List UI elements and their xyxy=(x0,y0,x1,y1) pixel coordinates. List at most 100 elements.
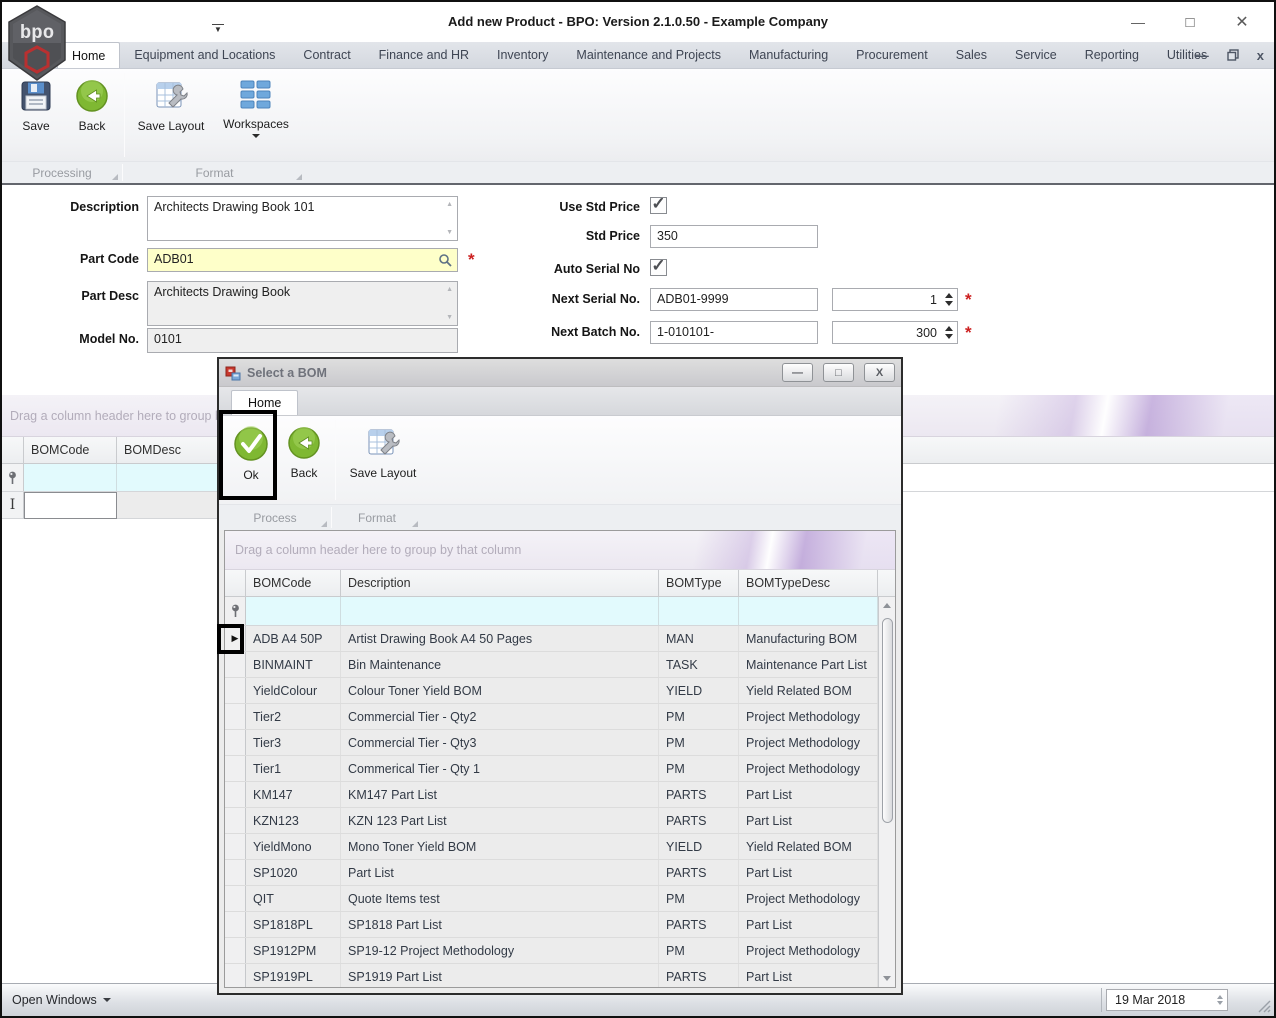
mdi-minimize-icon[interactable]: — xyxy=(1196,48,1209,63)
next-batch-field[interactable]: 1-010101- xyxy=(650,321,818,344)
bom-row[interactable]: Tier1 Commerical Tier - Qty 1 PM Project… xyxy=(225,756,878,782)
mdi-close-icon[interactable]: x xyxy=(1257,48,1264,63)
resize-grip-icon[interactable] xyxy=(1257,999,1271,1013)
spin-up-icon[interactable] xyxy=(945,293,953,298)
part-desc-field[interactable]: Architects Drawing Book ▲ ▼ xyxy=(147,281,458,326)
date-spin-up-icon[interactable] xyxy=(1216,995,1223,999)
dialog-ribbon: Ok Back Save Layout xyxy=(219,416,901,504)
tab-manufacturing[interactable]: Manufacturing xyxy=(735,42,842,68)
model-no-field[interactable]: 0101 xyxy=(147,328,458,353)
tab-finance-and-hr[interactable]: Finance and HR xyxy=(365,42,483,68)
cell-bomtypedesc: Manufacturing BOM xyxy=(739,626,878,651)
workspaces-button[interactable]: Workspaces xyxy=(213,69,299,161)
open-windows-button[interactable]: Open Windows xyxy=(12,993,111,1007)
dialog-minimize-icon[interactable]: — xyxy=(782,363,813,382)
cell-bomtype: PARTS xyxy=(659,808,739,833)
edit-cell-bomcode[interactable] xyxy=(24,492,117,519)
bom-row[interactable]: SP1919PL SP1919 Part List PARTS Part Lis… xyxy=(225,964,878,987)
next-serial-field[interactable]: ADB01-9999 xyxy=(650,288,818,311)
date-field[interactable]: 19 Mar 2018 xyxy=(1106,989,1228,1011)
maximize-icon[interactable]: □ xyxy=(1176,10,1204,34)
date-spin-down-icon[interactable] xyxy=(1216,1001,1223,1005)
save-button[interactable]: Save xyxy=(8,69,64,161)
tab-service[interactable]: Service xyxy=(1001,42,1071,68)
description-value: Architects Drawing Book 101 xyxy=(154,200,315,214)
minimize-icon[interactable]: — xyxy=(1124,10,1152,34)
description-field[interactable]: Architects Drawing Book 101 ▲ ▼ xyxy=(147,196,458,241)
workspaces-label: Workspaces xyxy=(223,117,289,131)
bom-row[interactable]: SP1020 Part List PARTS Part List xyxy=(225,860,878,886)
bom-row[interactable]: SP1912PM SP19-12 Project Methodology PM … xyxy=(225,938,878,964)
dialog-maximize-icon[interactable]: □ xyxy=(823,363,854,382)
column-header-bomcode[interactable]: BOMCode xyxy=(24,437,117,463)
bom-group-by-panel[interactable]: Drag a column header here to group by th… xyxy=(225,531,895,570)
spin-down-icon[interactable] xyxy=(945,334,953,339)
tab-contract[interactable]: Contract xyxy=(289,42,364,68)
required-asterisk: * xyxy=(965,323,972,342)
tab-sales[interactable]: Sales xyxy=(942,42,1001,68)
filter-cell[interactable] xyxy=(659,597,739,625)
filter-cell[interactable] xyxy=(739,597,878,625)
part-code-label: Part Code xyxy=(79,252,139,266)
scroll-up-icon[interactable] xyxy=(879,597,895,614)
scrollbar-thumb[interactable] xyxy=(881,618,893,823)
bom-row[interactable]: Tier3 Commercial Tier - Qty3 PM Project … xyxy=(225,730,878,756)
dialog-tab-home[interactable]: Home xyxy=(231,390,299,415)
spin-down-icon[interactable] xyxy=(945,301,953,306)
back-label: Back xyxy=(290,466,318,480)
spin-up-icon[interactable] xyxy=(945,326,953,331)
use-std-price-checkbox[interactable]: ✓ xyxy=(650,195,667,214)
column-header-description[interactable]: Description xyxy=(341,570,659,596)
filter-cell[interactable] xyxy=(246,597,341,625)
dialog-title-bar[interactable]: Select a BOM — □ X xyxy=(219,359,901,387)
bom-row[interactable]: YieldMono Mono Toner Yield BOM YIELD Yie… xyxy=(225,834,878,860)
cell-description: Bin Maintenance xyxy=(341,652,659,677)
tab-procurement[interactable]: Procurement xyxy=(842,42,942,68)
dialog-back-button[interactable]: Back xyxy=(277,416,331,504)
dialog-launcher-icon[interactable] xyxy=(321,521,327,527)
bom-row[interactable]: KZN123 KZN 123 Part List PARTS Part List xyxy=(225,808,878,834)
window-title: Add new Product - BPO: Version 2.1.0.50 … xyxy=(448,14,828,29)
bom-row[interactable]: QIT Quote Items test PM Project Methodol… xyxy=(225,886,878,912)
close-icon[interactable]: ✕ xyxy=(1228,10,1256,34)
tab-reporting[interactable]: Reporting xyxy=(1071,42,1153,68)
column-header-bomtype[interactable]: BOMType xyxy=(659,570,739,596)
tab-equipment-and-locations[interactable]: Equipment and Locations xyxy=(120,42,289,68)
tab-maintenance-and-projects[interactable]: Maintenance and Projects xyxy=(562,42,735,68)
auto-serial-checkbox[interactable]: ✓ xyxy=(650,257,667,276)
ok-button[interactable]: Ok xyxy=(225,416,277,504)
next-serial-qty-stepper[interactable]: 1 xyxy=(832,288,958,311)
next-batch-qty-stepper[interactable]: 300 xyxy=(832,321,958,344)
dialog-launcher-icon[interactable] xyxy=(412,521,418,527)
dialog-launcher-icon[interactable] xyxy=(112,174,118,180)
part-code-field[interactable]: ADB01 xyxy=(147,248,458,272)
column-header-bomcode[interactable]: BOMCode xyxy=(246,570,341,596)
description-label: Description xyxy=(70,200,139,214)
dialog-launcher-icon[interactable] xyxy=(296,174,302,180)
bom-row[interactable]: KM147 KM147 Part List PARTS Part List xyxy=(225,782,878,808)
bom-grid-rows: ▶ ADB A4 50P Artist Drawing Book A4 50 P… xyxy=(225,626,895,987)
bom-row[interactable]: SP1818PL SP1818 Part List PARTS Part Lis… xyxy=(225,912,878,938)
cell-bomtypedesc: Project Methodology xyxy=(739,938,878,963)
dialog-save-layout-button[interactable]: Save Layout xyxy=(340,416,426,504)
cell-bomtypedesc: Part List xyxy=(739,964,878,987)
back-button[interactable]: Back xyxy=(64,69,120,161)
bom-row[interactable]: ▶ ADB A4 50P Artist Drawing Book A4 50 P… xyxy=(225,626,878,652)
save-layout-label: Save Layout xyxy=(137,119,205,133)
save-layout-button[interactable]: Save Layout xyxy=(129,69,213,161)
tab-inventory[interactable]: Inventory xyxy=(483,42,562,68)
mdi-restore-icon[interactable] xyxy=(1227,49,1239,61)
std-price-field[interactable]: 350 xyxy=(650,225,818,248)
scroll-down-icon[interactable]: ▼ xyxy=(446,314,453,321)
bom-row[interactable]: BINMAINT Bin Maintenance TASK Maintenanc… xyxy=(225,652,878,678)
bom-row[interactable]: YieldColour Colour Toner Yield BOM YIELD… xyxy=(225,678,878,704)
column-header-bomtypedesc[interactable]: BOMTypeDesc xyxy=(739,570,878,596)
dialog-close-icon[interactable]: X xyxy=(864,363,895,382)
filter-cell-bomcode[interactable] xyxy=(24,464,117,491)
filter-cell[interactable] xyxy=(341,597,659,625)
scroll-down-icon[interactable] xyxy=(879,970,895,987)
bom-row[interactable]: Tier2 Commercial Tier - Qty2 PM Project … xyxy=(225,704,878,730)
winform-icon xyxy=(225,366,241,380)
cell-bomcode: Tier2 xyxy=(246,704,341,729)
vertical-scrollbar[interactable] xyxy=(878,597,895,987)
